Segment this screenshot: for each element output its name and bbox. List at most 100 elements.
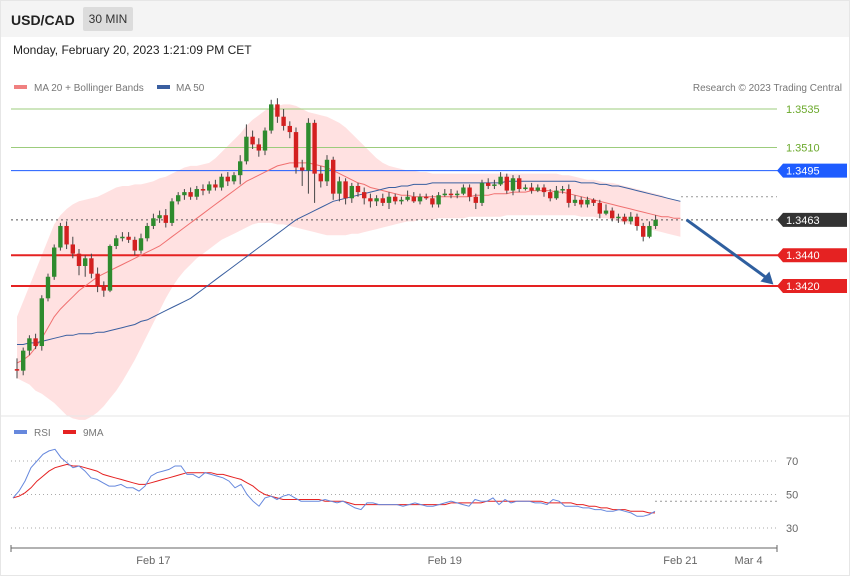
rsi-tick-label: 70 [786, 456, 798, 468]
rsi-ma-legend-swatch [63, 430, 76, 434]
candle-body [269, 104, 274, 131]
candle-body [138, 238, 144, 251]
candle-body [541, 187, 547, 193]
candle-body [510, 178, 516, 191]
candle-body [343, 181, 348, 199]
candle-body [219, 176, 224, 188]
rsi-tick-label: 50 [786, 490, 798, 502]
candle-body [411, 196, 416, 202]
candle-body [535, 187, 540, 191]
candle-body [207, 184, 212, 191]
candle-body [610, 210, 615, 219]
candle-body [33, 338, 38, 347]
candle-body [448, 193, 454, 196]
candle-body [188, 192, 193, 197]
candle-body [461, 187, 466, 194]
candle-body [70, 244, 75, 254]
candle-body [312, 122, 317, 174]
candle-body [262, 130, 268, 151]
candle-body [145, 225, 150, 239]
level-label: 1.3510 [786, 142, 820, 154]
candle-body [250, 136, 255, 145]
candle-body [337, 181, 342, 194]
ma50-legend-label: MA 50 [176, 83, 205, 94]
rsi-line [12, 448, 656, 517]
bollinger-band [17, 104, 681, 420]
x-tick-label: Feb 17 [136, 555, 170, 567]
candle-body [324, 159, 330, 182]
candle-body [405, 196, 410, 200]
candle-body [318, 173, 323, 182]
candle-body [554, 190, 559, 199]
candle-body [653, 219, 658, 226]
rsi-legend-swatch [14, 430, 27, 434]
candle-body [498, 176, 503, 185]
ma50-legend-swatch [157, 85, 170, 89]
candle-body [634, 216, 640, 226]
candle-body [213, 184, 218, 188]
candle-body [256, 144, 261, 151]
candle-body [455, 193, 460, 196]
x-tick-label: Mar 4 [735, 555, 763, 567]
candle-body [200, 189, 206, 191]
candle-body [182, 192, 187, 196]
candle-body [399, 199, 404, 202]
candle-body [176, 195, 181, 202]
candle-body [647, 225, 652, 237]
candle-body [572, 199, 578, 203]
candle-body [83, 258, 88, 266]
rsi-ma-line [12, 463, 655, 514]
candle-body [622, 216, 627, 222]
copyright-label: Research © 2023 Trading Central [693, 83, 842, 94]
candle-body [349, 185, 354, 199]
level-tag-label: 1.3463 [786, 215, 820, 227]
candle-body [89, 258, 94, 274]
forecast-arrow-shaft [685, 218, 769, 280]
candle-body [225, 176, 230, 182]
candle-body [479, 182, 485, 203]
candle-body [616, 216, 621, 219]
candle-body [52, 247, 57, 277]
level-label: 1.3535 [786, 104, 820, 116]
candle-body [492, 184, 497, 186]
candle-body [374, 198, 379, 202]
candle-body [244, 136, 249, 162]
candle-body [281, 116, 286, 126]
candle-body [126, 236, 131, 240]
ma20-legend-label: MA 20 + Bollinger Bands [34, 83, 144, 94]
x-tick-label: Feb 21 [663, 555, 697, 567]
candle-body [21, 350, 26, 371]
candle-body [641, 225, 646, 237]
candle-body [486, 182, 491, 186]
candle-body [101, 286, 106, 291]
candle-body [14, 369, 20, 371]
candle-body [39, 298, 44, 347]
candle-body [114, 238, 119, 246]
candle-body [504, 176, 509, 191]
candle-body [107, 245, 113, 291]
candle-body [380, 198, 385, 203]
candle-body [467, 187, 472, 197]
candle-body [517, 178, 522, 190]
candle-body [163, 215, 168, 223]
candle-body [157, 215, 162, 219]
candle-body [386, 196, 392, 203]
candle-body [293, 132, 299, 168]
candle-body [120, 236, 125, 239]
chart-canvas: MA 20 + Bollinger Bands MA 50 Research ©… [1, 83, 849, 567]
rsi-legend-label: RSI [34, 428, 51, 439]
candle-body [231, 175, 237, 182]
candle-body [362, 192, 367, 199]
candle-body [603, 210, 609, 214]
rsi-ma-legend-label: 9MA [83, 428, 104, 439]
candle-body [355, 185, 361, 193]
candle-body [430, 198, 435, 205]
level-tag-label: 1.3495 [786, 166, 820, 178]
level-tag-label: 1.3420 [786, 281, 820, 293]
candle-body [436, 195, 441, 205]
rsi-tick-label: 30 [786, 523, 798, 535]
candle-body [566, 189, 571, 203]
candle-body [151, 218, 156, 226]
candle-body [287, 125, 292, 133]
candle-body [628, 216, 633, 222]
